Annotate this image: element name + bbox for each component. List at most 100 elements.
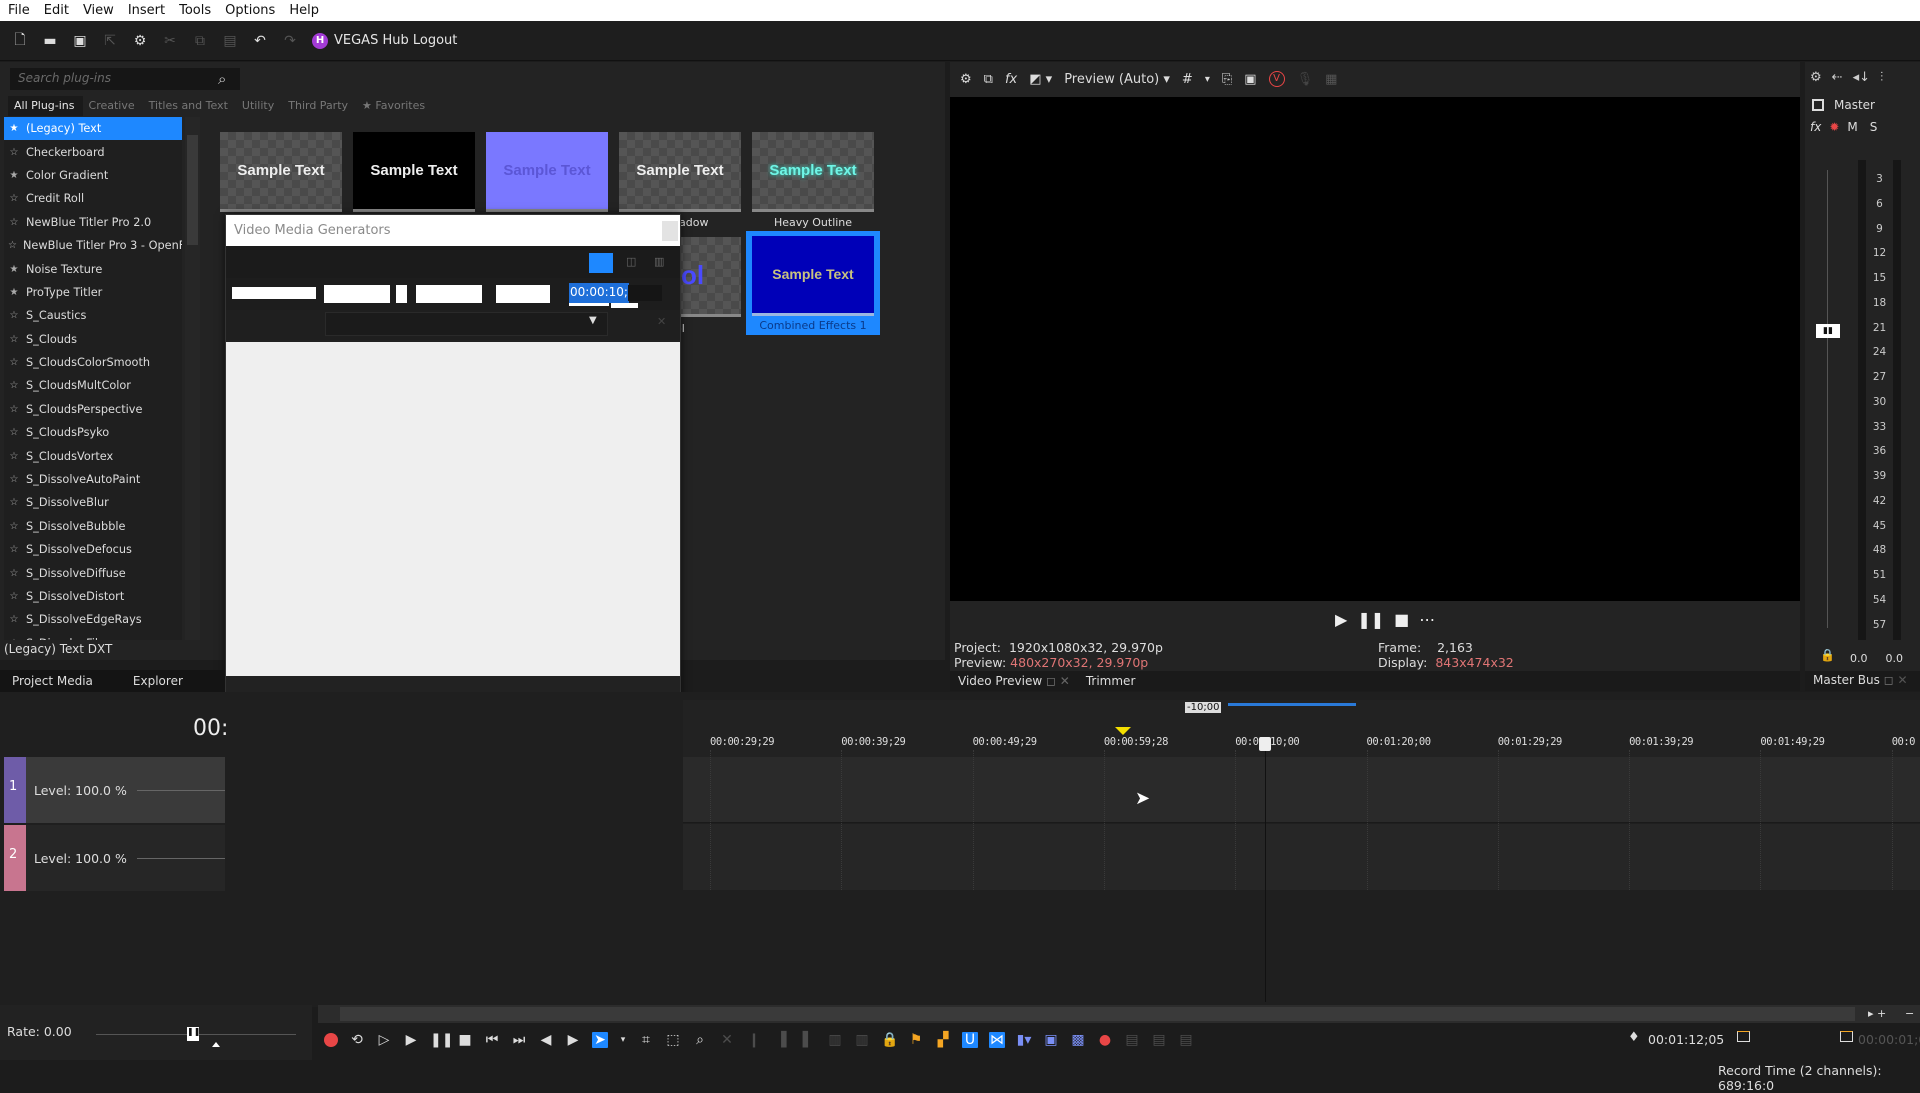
view-single-button[interactable] xyxy=(589,253,613,273)
plugin-list-item[interactable]: ☆ Checkerboard xyxy=(4,140,182,163)
copy-icon[interactable]: ⧉ xyxy=(192,33,208,49)
preset-dropdown[interactable] xyxy=(325,312,608,336)
level-slider[interactable] xyxy=(137,790,225,791)
microphone-icon[interactable]: 🎙 xyxy=(1297,72,1314,87)
selection-length-timecode[interactable]: 00:00:01;0 xyxy=(1858,1032,1920,1047)
film-strip-icon[interactable]: ▦ xyxy=(1325,72,1337,87)
tab-third-party[interactable]: Third Party xyxy=(282,96,356,116)
track-header-1[interactable]: 1 Level: 100.0 % xyxy=(4,757,225,823)
favorite-star-outline-icon[interactable]: ☆ xyxy=(8,638,20,640)
favorite-star-outline-icon[interactable]: ☆ xyxy=(8,310,20,321)
cursor-timecode[interactable]: 00:01:12;05 xyxy=(1648,1032,1724,1047)
ungroup-icon[interactable]: ▤ xyxy=(1151,1032,1167,1048)
delete-icon[interactable]: ✕ xyxy=(719,1032,735,1048)
length-timecode-field[interactable]: 00:00:10;00 xyxy=(569,283,643,303)
favorite-star-outline-icon[interactable]: ☆ xyxy=(8,568,20,579)
preset-thumbnail[interactable]: Sample Text xyxy=(353,132,475,212)
favorite-star-outline-icon[interactable]: ☆ xyxy=(8,521,20,532)
menu-view[interactable]: View xyxy=(83,3,122,18)
menu-options[interactable]: Options xyxy=(225,3,283,18)
plugin-list-item[interactable]: ★ (Legacy) Text xyxy=(4,117,182,141)
trim-end-icon[interactable]: ▌ xyxy=(800,1032,816,1048)
record-button[interactable] xyxy=(324,1033,338,1047)
master-select-checkbox[interactable] xyxy=(1812,99,1824,111)
tab-video-preview[interactable]: Video Preview ◻ ✕ xyxy=(958,674,1070,688)
tab-creative[interactable]: Creative xyxy=(83,96,143,116)
plugin-list-item[interactable]: ☆ S_CloudsVortex xyxy=(4,444,182,467)
normal-edit-tool-icon[interactable]: ➤ xyxy=(592,1032,608,1048)
solo-button[interactable]: S xyxy=(1870,120,1878,134)
play-from-start-icon[interactable]: ▷ xyxy=(376,1032,392,1048)
field[interactable] xyxy=(396,285,407,303)
settings-gear-icon[interactable]: ⚙ xyxy=(132,33,148,49)
stop-icon[interactable]: ■ xyxy=(457,1032,473,1048)
plugin-list-item[interactable]: ☆ S_CloudsColorSmooth xyxy=(4,351,182,374)
ignore-grouping-icon[interactable]: ▩ xyxy=(1070,1032,1086,1048)
favorite-star-outline-icon[interactable]: ☆ xyxy=(8,240,17,251)
search-icon[interactable]: ⌕ xyxy=(218,70,226,88)
favorite-star-outline-icon[interactable]: ☆ xyxy=(8,614,20,625)
favorite-star-outline-icon[interactable]: ☆ xyxy=(8,334,20,345)
tab-master-bus[interactable]: Master Bus ◻ ✕ xyxy=(1805,671,1920,691)
scrollbar-thumb[interactable] xyxy=(340,1007,1855,1021)
view-triple-icon[interactable]: ▥ xyxy=(654,255,664,268)
undo-icon[interactable]: ↶ xyxy=(252,33,268,49)
plugin-list-item[interactable]: ☆ S_CloudsPsyko xyxy=(4,421,182,444)
go-to-end-icon[interactable]: ⏭ xyxy=(511,1032,527,1048)
favorite-star-filled-icon[interactable]: ★ xyxy=(8,287,20,298)
master-fader-track[interactable] xyxy=(1827,170,1828,628)
insert-marker-icon[interactable]: ⚑ xyxy=(908,1032,924,1048)
track-header-2[interactable]: 2 Level: 100.0 % xyxy=(4,825,225,891)
record-arm-icon[interactable]: ✹ xyxy=(1829,120,1839,134)
trim-start-icon[interactable]: ▐ xyxy=(773,1032,789,1048)
preview-settings-gear-icon[interactable]: ⚙ xyxy=(960,72,972,87)
plugin-list-item[interactable]: ☆ S_DissolveDiffuse xyxy=(4,561,182,584)
menu-insert[interactable]: Insert xyxy=(128,3,173,18)
favorite-star-outline-icon[interactable]: ☆ xyxy=(8,147,20,158)
zoom-in-icon[interactable]: ▸ + xyxy=(1868,1007,1886,1020)
plugin-list-item[interactable]: ☆ S_DissolveEdgeRays xyxy=(4,608,182,631)
tab-trimmer[interactable]: Trimmer xyxy=(1086,674,1136,688)
new-file-icon[interactable]: 🗋 xyxy=(12,32,28,49)
playhead-handle[interactable] xyxy=(1259,737,1271,751)
save-icon[interactable]: ▣ xyxy=(72,33,88,49)
auto-ripple-icon[interactable]: ▮▾ xyxy=(1016,1032,1032,1048)
overlays-grid-icon[interactable]: # xyxy=(1182,72,1193,87)
track-lane-1[interactable] xyxy=(683,757,1920,823)
master-settings-gear-icon[interactable]: ⚙ xyxy=(1810,70,1822,85)
split-icon[interactable]: ▥ xyxy=(827,1032,843,1048)
lock-icon[interactable]: 🔒 xyxy=(1820,648,1835,662)
mixer-sliders-icon[interactable]: ⫶ xyxy=(1880,70,1883,85)
favorite-star-outline-icon[interactable]: ☆ xyxy=(8,544,20,555)
favorite-star-outline-icon[interactable]: ☆ xyxy=(8,591,20,602)
cut-icon[interactable]: ✂ xyxy=(162,33,178,49)
plugin-list-item[interactable]: ☆ S_DissolveFilm xyxy=(4,632,182,640)
dialog-close-button[interactable] xyxy=(662,221,678,241)
snapping-icon[interactable]: U xyxy=(962,1032,978,1048)
vegas-v-icon[interactable]: V xyxy=(1268,71,1285,87)
tab-all-plugins[interactable]: All Plug-ins xyxy=(8,96,83,116)
open-folder-icon[interactable]: ▬ xyxy=(42,33,58,49)
trim-icon[interactable]: ❙ xyxy=(746,1032,762,1048)
plugin-list-item[interactable]: ☆ S_DissolveBlur xyxy=(4,491,182,514)
lock-envelopes-icon[interactable]: ▣ xyxy=(1043,1032,1059,1048)
favorite-star-outline-icon[interactable]: ☆ xyxy=(8,404,20,415)
favorite-star-filled-icon[interactable]: ★ xyxy=(8,170,20,181)
stop-icon[interactable]: ■ xyxy=(1394,610,1409,629)
favorite-star-filled-icon[interactable]: ★ xyxy=(8,123,20,134)
plugin-list-item[interactable]: ☆ NewBlue Titler Pro 2.0 xyxy=(4,211,182,234)
go-to-start-icon[interactable]: ⏮ xyxy=(484,1032,500,1048)
favorite-star-outline-icon[interactable]: ☆ xyxy=(8,217,20,228)
plugin-list-item[interactable]: ☆ S_CloudsPerspective xyxy=(4,398,182,421)
plugin-list-item[interactable]: ☆ S_Clouds xyxy=(4,328,182,351)
close-icon[interactable]: ✕ xyxy=(1060,674,1070,688)
preset-thumbnail[interactable]: Sample Text xyxy=(220,132,342,212)
plugin-list-item[interactable]: ☆ S_DissolveDistort xyxy=(4,585,182,608)
menu-edit[interactable]: Edit xyxy=(44,3,77,18)
video-fx-icon[interactable]: fx xyxy=(1005,72,1017,87)
redo-icon[interactable]: ↷ xyxy=(282,33,298,49)
slip-icon[interactable]: ▥ xyxy=(854,1032,870,1048)
master-fx-icon[interactable]: fx xyxy=(1810,120,1821,134)
chevron-down-icon[interactable]: ▾ xyxy=(1205,74,1210,85)
menu-file[interactable]: File xyxy=(8,3,38,18)
